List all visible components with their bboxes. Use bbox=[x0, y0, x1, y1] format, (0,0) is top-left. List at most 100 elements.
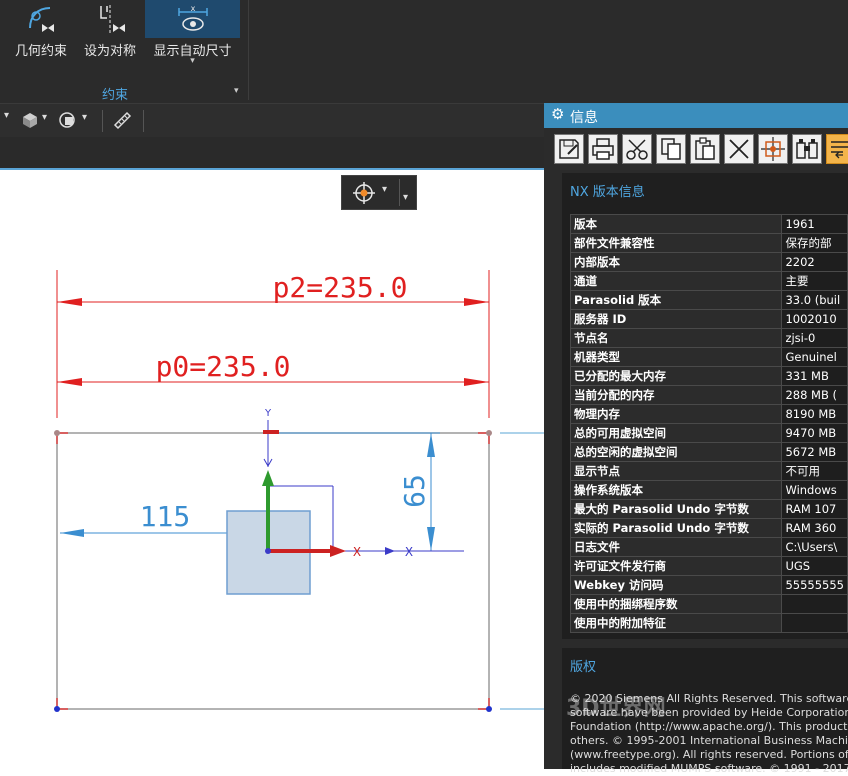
info-row: 节点名 zjsi-0 bbox=[569, 328, 848, 348]
rectangle-vertex[interactable] bbox=[486, 430, 492, 436]
render-style-button[interactable]: ▾ bbox=[20, 110, 50, 132]
dimension-p2-label[interactable]: p2=235.0 bbox=[273, 271, 408, 304]
rectangle-vertex[interactable] bbox=[54, 706, 60, 712]
snap-point-icon bbox=[353, 182, 375, 204]
binoculars-icon bbox=[796, 139, 818, 159]
info-key: 物理内存 bbox=[569, 404, 783, 424]
rectangle-vertex[interactable] bbox=[486, 706, 492, 712]
dimension-115-label[interactable]: 115 bbox=[140, 500, 191, 533]
save-icon bbox=[559, 139, 579, 159]
copyright-line: software have been provided by Heide Cor… bbox=[570, 706, 848, 719]
show-auto-dimensions-icon: x bbox=[177, 4, 208, 31]
print-button[interactable] bbox=[588, 134, 618, 164]
info-key: 显示节点 bbox=[569, 461, 783, 481]
info-value: 1961 bbox=[781, 214, 848, 234]
info-row: 总的空闲的虚拟空间 5672 MB bbox=[569, 442, 848, 462]
copyright-text: © 2020 Siemens All Rights Reserved. This… bbox=[570, 692, 848, 776]
constraints-group-label: 约束 bbox=[101, 88, 128, 103]
info-key: 服务器 ID bbox=[569, 309, 783, 329]
version-info-title: NX 版本信息 bbox=[570, 185, 645, 200]
sketch-graphics: p2=235.0 p0=235.0 115 65 Y X X bbox=[54, 270, 544, 712]
geometric-constraints-button[interactable]: 几何约束 bbox=[6, 0, 76, 74]
show-auto-dimensions-button[interactable]: x 显示自动尺寸 ▾ bbox=[145, 0, 240, 66]
triad-x-arrowhead[interactable] bbox=[330, 545, 346, 557]
group-expand-icon[interactable]: ▾ bbox=[234, 86, 239, 96]
copy-button[interactable] bbox=[656, 134, 686, 164]
triad-y-arrowhead[interactable] bbox=[262, 470, 274, 486]
info-value: RAM 107 bbox=[781, 499, 848, 519]
save-button[interactable] bbox=[554, 134, 584, 164]
info-row: 总的可用虚拟空间 9470 MB bbox=[569, 423, 848, 443]
chevron-down-icon[interactable]: ▾ bbox=[382, 184, 387, 195]
version-info-table: 版本 1961 部件文件兼容性 保存的部 内部版本 2202 通道 主要 Parasolid 版… bbox=[569, 214, 848, 633]
info-key: Parasolid 版本 bbox=[569, 290, 783, 310]
info-row: Webkey 访问码 55555555 bbox=[569, 575, 848, 595]
svg-text:x: x bbox=[190, 4, 195, 13]
info-row: 当前分配的内存 288 MB ( bbox=[569, 385, 848, 405]
copy-icon bbox=[661, 138, 681, 160]
dimension-p0-label[interactable]: p0=235.0 bbox=[156, 350, 291, 383]
cut-button[interactable] bbox=[622, 134, 652, 164]
info-value: RAM 360 bbox=[781, 518, 848, 538]
make-symmetric-icon bbox=[100, 5, 125, 34]
info-key: Webkey 访问码 bbox=[569, 575, 783, 595]
paste-button[interactable] bbox=[690, 134, 720, 164]
toolbar-divider bbox=[143, 110, 144, 132]
axis-x-label: X bbox=[405, 545, 413, 559]
info-row: 许可证文件发行商 UGS bbox=[569, 556, 848, 576]
info-value: Windows bbox=[781, 480, 848, 500]
rectangle-vertex[interactable] bbox=[54, 430, 60, 436]
info-key: 总的空闲的虚拟空间 bbox=[569, 442, 783, 462]
info-value: 1002010 bbox=[781, 309, 848, 329]
info-value: 5672 MB bbox=[781, 442, 848, 462]
snap-point-widget[interactable]: ▾ ▾ bbox=[341, 175, 417, 210]
info-row: 显示节点 不可用 bbox=[569, 461, 848, 481]
info-key: 节点名 bbox=[569, 328, 783, 348]
info-row: 通道 主要 bbox=[569, 271, 848, 291]
info-row: Parasolid 版本 33.0 (buil bbox=[569, 290, 848, 310]
info-row: 最大的 Parasolid Undo 字节数 RAM 107 bbox=[569, 499, 848, 519]
info-row: 使用中的附加特征 bbox=[569, 613, 848, 633]
info-row: 机器类型 Genuinel bbox=[569, 347, 848, 367]
origin-point[interactable] bbox=[265, 548, 271, 554]
copyright-line: Foundation (http://www.apache.org/). Thi… bbox=[570, 720, 848, 733]
info-value: 331 MB bbox=[781, 366, 848, 386]
measure-button[interactable] bbox=[112, 110, 136, 132]
info-value: Genuinel bbox=[781, 347, 848, 367]
view-orientation-button[interactable]: ▾ bbox=[58, 110, 92, 132]
dropdown-arrow-icon[interactable]: ▾ bbox=[4, 110, 9, 132]
info-key: 当前分配的内存 bbox=[569, 385, 783, 405]
ribbon: 几何约束 设为对称 x 显示自动尺寸 ▾ 约束 ▾ bbox=[0, 0, 848, 103]
info-value: UGS bbox=[781, 556, 848, 576]
find-button[interactable] bbox=[792, 134, 822, 164]
document-tab-bar bbox=[0, 137, 544, 170]
geometric-constraint-icon bbox=[29, 7, 54, 32]
toolbar-divider bbox=[102, 110, 103, 132]
info-row: 日志文件 C:\Users\ bbox=[569, 537, 848, 557]
chevron-down-icon[interactable]: ▾ bbox=[403, 192, 408, 203]
info-panel-header: ⚙ 信息 bbox=[544, 103, 848, 128]
info-row: 操作系统版本 Windows bbox=[569, 480, 848, 500]
info-value: zjsi-0 bbox=[781, 328, 848, 348]
geometric-constraints-label: 几何约束 bbox=[14, 44, 67, 59]
info-key: 许可证文件发行商 bbox=[569, 556, 783, 576]
scissors-icon bbox=[626, 139, 648, 160]
wrap-text-icon bbox=[831, 141, 848, 159]
triad-x-label: X bbox=[353, 545, 361, 559]
info-value: 主要 bbox=[781, 271, 848, 291]
info-row: 实际的 Parasolid Undo 字节数 RAM 360 bbox=[569, 518, 848, 538]
wrap-text-button[interactable] bbox=[826, 134, 848, 164]
make-symmetric-label: 设为对称 bbox=[83, 44, 136, 59]
gear-icon[interactable]: ⚙ bbox=[551, 105, 564, 123]
crosshair-point-icon bbox=[761, 137, 785, 161]
chevron-down-icon[interactable]: ▾ bbox=[145, 56, 240, 66]
make-symmetric-button[interactable]: 设为对称 bbox=[76, 0, 144, 74]
copyright-line: includes modified MUMPS software. © 1991… bbox=[570, 762, 848, 775]
ribbon-divider bbox=[248, 0, 249, 100]
axis-y-label: Y bbox=[264, 408, 272, 419]
copyright-line: others. © 1995-2001 International Busine… bbox=[570, 734, 848, 747]
delete-button[interactable] bbox=[724, 134, 754, 164]
point-info-button[interactable] bbox=[758, 134, 788, 164]
dimension-65-label[interactable]: 65 bbox=[398, 474, 431, 508]
datum-x-arrow bbox=[385, 547, 395, 555]
